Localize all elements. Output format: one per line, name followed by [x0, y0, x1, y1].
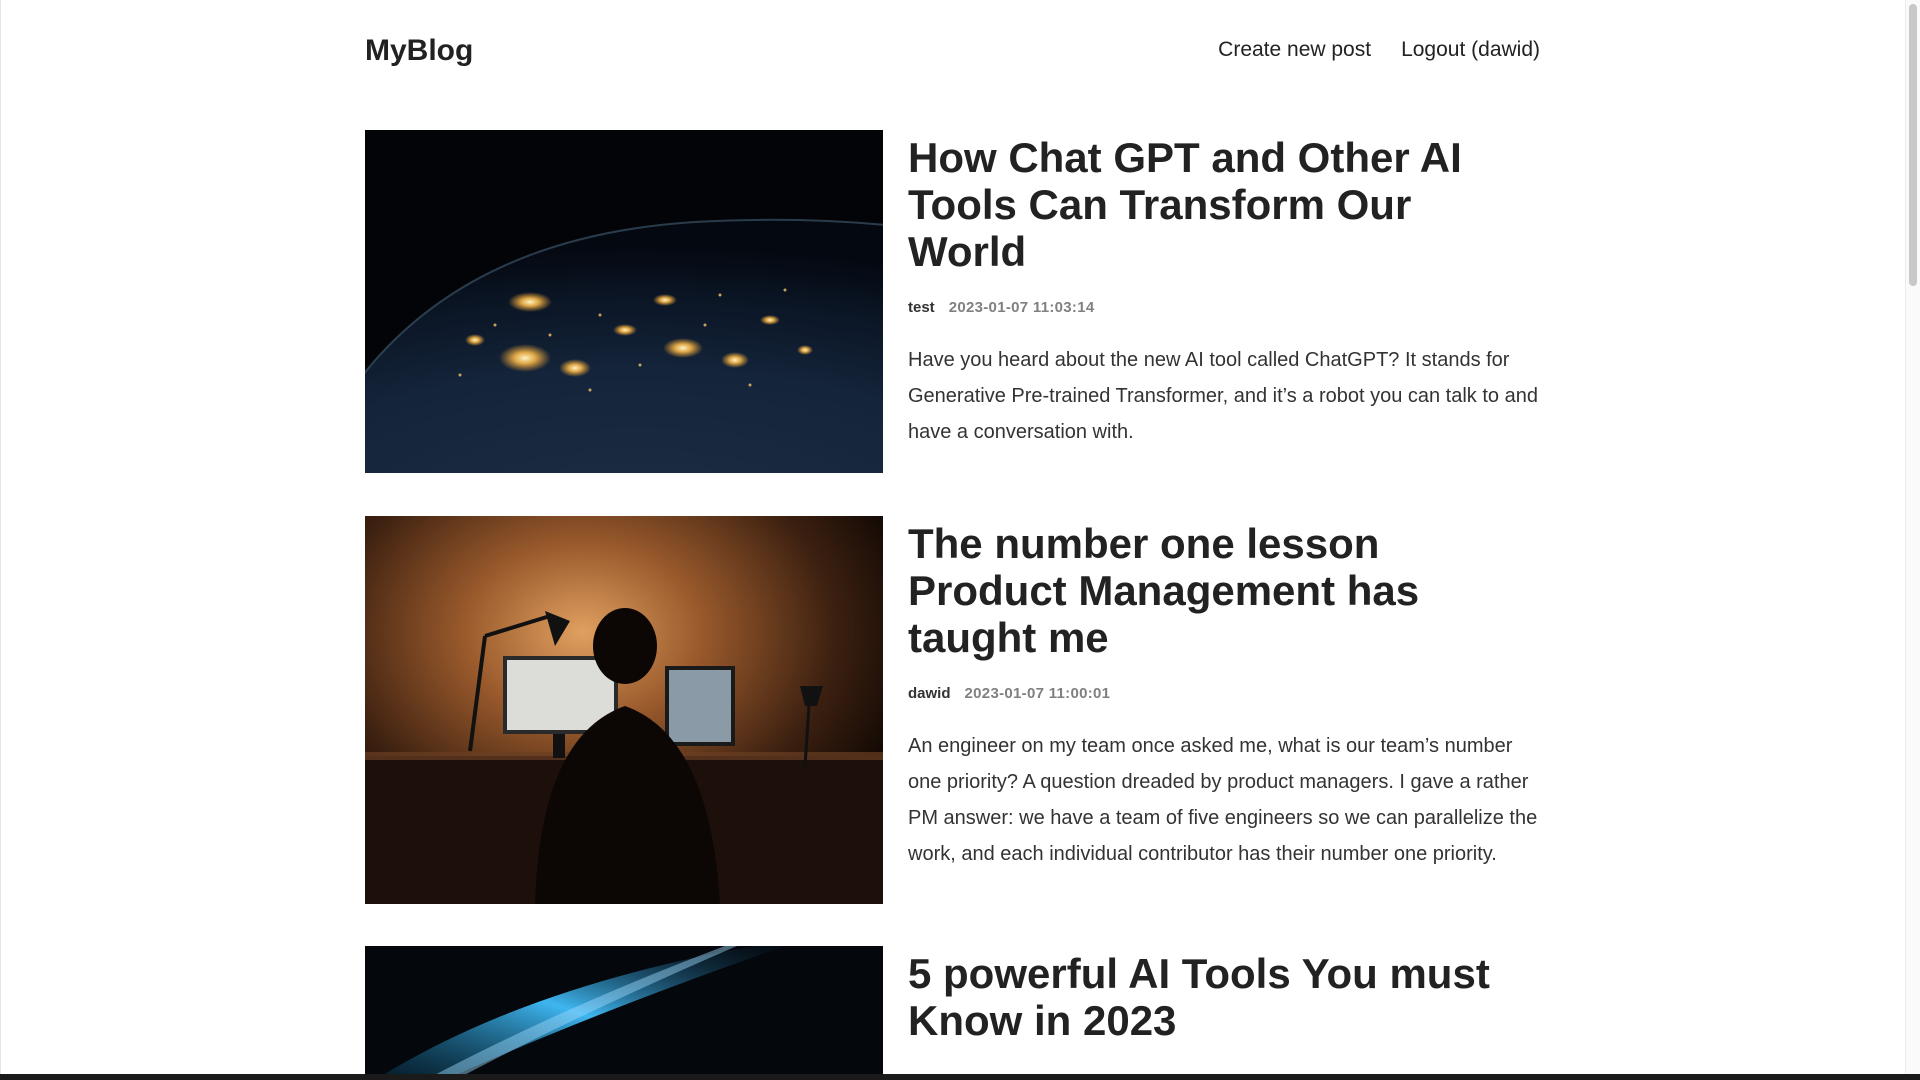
post-item: How Chat GPT and Other AI Tools Can Tran…	[365, 130, 1540, 473]
main-container: MyBlog Create new post Logout (dawid) Ho…	[365, 0, 1540, 1080]
person-at-desk-image	[365, 516, 883, 904]
post-thumbnail[interactable]	[365, 516, 883, 904]
logout-link[interactable]: Logout (dawid)	[1401, 38, 1540, 62]
post-date: 2023-01-07 11:00:01	[964, 685, 1111, 702]
site-header: MyBlog Create new post Logout (dawid)	[365, 0, 1540, 100]
create-post-link[interactable]: Create new post	[1218, 38, 1371, 62]
earth-at-night-image	[365, 130, 883, 473]
post-excerpt: An engineer on my team once asked me, wh…	[908, 735, 1538, 865]
site-logo[interactable]: MyBlog	[365, 34, 473, 68]
scrollbar[interactable]	[1905, 0, 1920, 1080]
post-item: The number one lesson Product Management…	[365, 516, 1540, 904]
post-content: 5 powerful AI Tools You must Know in 202…	[908, 946, 1540, 1080]
post-title[interactable]: How Chat GPT and Other AI Tools Can Tran…	[908, 134, 1540, 275]
page: MyBlog Create new post Logout (dawid) Ho…	[0, 0, 1920, 1080]
post-meta: dawid 2023-01-07 11:00:01	[908, 685, 1540, 702]
window-edge	[0, 0, 1, 1080]
scrollbar-thumb[interactable]	[1909, 4, 1917, 286]
post-content: How Chat GPT and Other AI Tools Can Tran…	[908, 130, 1540, 473]
post-date: 2023-01-07 11:03:14	[948, 299, 1095, 316]
window-bottom-edge	[0, 1074, 1920, 1080]
post-content: The number one lesson Product Management…	[908, 516, 1540, 904]
post-title[interactable]: The number one lesson Product Management…	[908, 520, 1540, 661]
post-author: test	[908, 299, 935, 316]
post-excerpt: Have you heard about the new AI tool cal…	[908, 349, 1538, 443]
post-author: dawid	[908, 685, 951, 702]
post-thumbnail[interactable]	[365, 946, 883, 1080]
top-nav: Create new post Logout (dawid)	[1218, 38, 1540, 62]
post-item: 5 powerful AI Tools You must Know in 202…	[365, 946, 1540, 1080]
blue-light-streak-image	[365, 946, 883, 1080]
post-meta: test 2023-01-07 11:03:14	[908, 299, 1540, 316]
post-thumbnail[interactable]	[365, 130, 883, 473]
post-title[interactable]: 5 powerful AI Tools You must Know in 202…	[908, 950, 1540, 1044]
